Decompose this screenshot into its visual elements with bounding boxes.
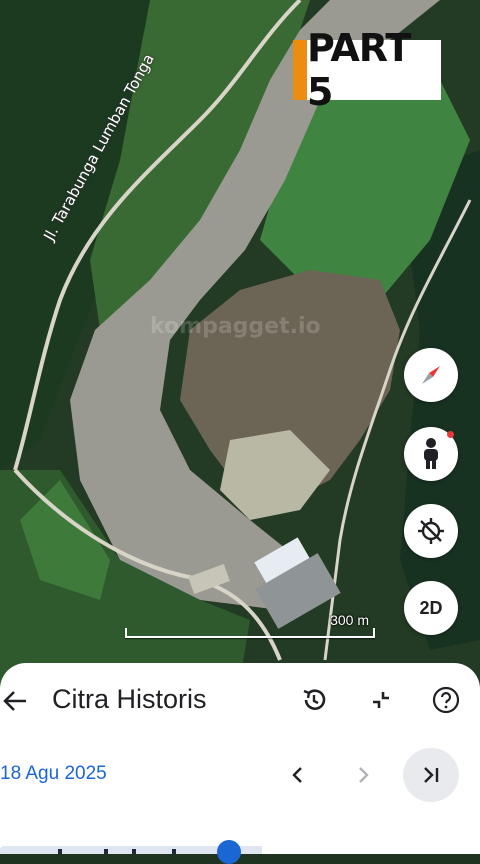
panel-title: Citra Historis [52,684,207,714]
timeline-tick [58,849,62,854]
scale-line [125,628,375,638]
timeline-handle[interactable] [217,840,241,864]
view-mode-button[interactable]: 2D [404,581,458,635]
skip-to-latest-icon [424,767,439,783]
timeline-slider[interactable] [0,840,262,864]
watermark: kompagget.io [150,314,321,339]
history-icon[interactable] [300,686,328,714]
location-off-icon [418,518,444,544]
part-badge: PART 5 [293,26,441,114]
timeline-tick [132,849,136,854]
latest-date-button[interactable] [403,748,459,802]
badge-accent-bar [293,40,307,100]
notification-dot [447,431,454,438]
scale-label: 300 m [330,612,369,628]
my-location-button[interactable] [404,504,458,558]
imagery-date: 18 Agu 2025 [0,763,107,784]
compass-icon [422,366,440,384]
back-arrow-icon[interactable] [2,688,28,714]
pegman-icon [424,438,438,469]
timeline-tick [172,849,176,854]
street-view-button[interactable] [404,427,458,481]
collapse-icon[interactable] [367,686,395,714]
badge-text: PART 5 [307,26,441,114]
help-icon[interactable] [432,686,460,714]
scale-bar: 300 m [125,612,375,642]
next-date-icon[interactable] [351,763,375,787]
compass-button[interactable] [404,348,458,402]
previous-date-icon[interactable] [286,763,310,787]
timeline-tick [104,849,108,854]
